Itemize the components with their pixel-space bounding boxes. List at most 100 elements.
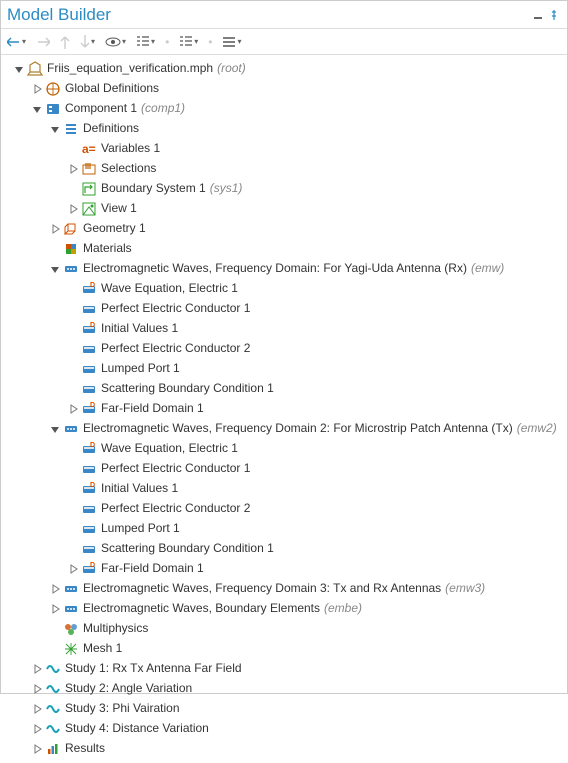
collapse-icon[interactable] — [49, 263, 61, 275]
tree-node[interactable]: Electromagnetic Waves, Frequency Domain … — [5, 579, 567, 599]
expand-button[interactable]: ▾ — [179, 36, 198, 48]
expand-icon[interactable] — [31, 83, 43, 95]
study-icon — [45, 661, 61, 677]
study-icon — [45, 701, 61, 717]
tree-node-annotation: (root) — [217, 59, 246, 79]
list-button[interactable]: ▾ — [222, 36, 241, 48]
expand-icon[interactable] — [67, 203, 79, 215]
tree-node-label: Initial Values 1 — [101, 479, 178, 499]
tree-node-label: Boundary System 1 — [101, 179, 206, 199]
feat-d-icon — [81, 281, 97, 297]
tree-node[interactable]: Perfect Electric Conductor 1 — [5, 299, 567, 319]
collapse-icon[interactable] — [31, 103, 43, 115]
collapse-icon[interactable] — [49, 123, 61, 135]
tree-node[interactable]: Study 2: Angle Variation — [5, 679, 567, 699]
tree-node[interactable]: Wave Equation, Electric 1 — [5, 279, 567, 299]
expand-icon[interactable] — [31, 723, 43, 735]
down-button[interactable]: ▾ — [80, 35, 95, 49]
minimize-icon[interactable] — [531, 8, 545, 22]
expand-icon[interactable] — [49, 603, 61, 615]
tree-node[interactable]: Lumped Port 1 — [5, 519, 567, 539]
tree-node[interactable]: Electromagnetic Waves, Frequency Domain … — [5, 419, 567, 439]
model-tree[interactable]: Friis_equation_verification.mph(root)Glo… — [1, 55, 567, 763]
tree-node-label: Lumped Port 1 — [101, 519, 180, 539]
tree-node[interactable]: Far-Field Domain 1 — [5, 399, 567, 419]
tree-node[interactable]: Perfect Electric Conductor 2 — [5, 339, 567, 359]
collapse-icon[interactable] — [13, 63, 25, 75]
tree-node[interactable]: Scattering Boundary Condition 1 — [5, 539, 567, 559]
back-button[interactable]: ▾ — [7, 37, 26, 47]
toolbar: ▾ ▾ ▾ ▾ • ▾ • ▾ — [1, 29, 567, 55]
tree-node[interactable]: Study 4: Distance Variation — [5, 719, 567, 739]
tree-node-label: Global Definitions — [65, 79, 159, 99]
tree-node-label: Definitions — [83, 119, 139, 139]
feat-d-icon — [81, 321, 97, 337]
chevron-down-icon: ▾ — [237, 37, 241, 46]
tree-node[interactable]: Geometry 1 — [5, 219, 567, 239]
expand-icon[interactable] — [67, 563, 79, 575]
tree-node-label: Study 1: Rx Tx Antenna Far Field — [65, 659, 242, 679]
sel-icon — [81, 161, 97, 177]
study-icon — [45, 681, 61, 697]
expand-icon[interactable] — [31, 683, 43, 695]
tree-node[interactable]: Perfect Electric Conductor 2 — [5, 499, 567, 519]
emw-icon — [63, 601, 79, 617]
up-button[interactable] — [60, 35, 70, 49]
tree-node[interactable]: Lumped Port 1 — [5, 359, 567, 379]
tree-node[interactable]: Materials — [5, 239, 567, 259]
expand-icon[interactable] — [49, 583, 61, 595]
tree-node[interactable]: Scattering Boundary Condition 1 — [5, 379, 567, 399]
feat-icon — [81, 361, 97, 377]
tree-node[interactable]: Study 1: Rx Tx Antenna Far Field — [5, 659, 567, 679]
tree-node-label: Perfect Electric Conductor 1 — [101, 299, 250, 319]
expand-icon[interactable] — [67, 403, 79, 415]
tree-node[interactable]: View 1 — [5, 199, 567, 219]
tree-node[interactable]: Study 3: Phi Vairation — [5, 699, 567, 719]
tree-node[interactable]: Definitions — [5, 119, 567, 139]
feat-icon — [81, 301, 97, 317]
tree-node[interactable]: Electromagnetic Waves, Boundary Elements… — [5, 599, 567, 619]
tree-node[interactable]: Multiphysics — [5, 619, 567, 639]
pin-icon[interactable] — [547, 8, 561, 22]
emw-icon — [63, 421, 79, 437]
var-icon — [81, 141, 97, 157]
tree-node[interactable]: Perfect Electric Conductor 1 — [5, 459, 567, 479]
expand-icon[interactable] — [31, 663, 43, 675]
tree-node[interactable]: Global Definitions — [5, 79, 567, 99]
separator: • — [165, 35, 169, 49]
tree-node[interactable]: Initial Values 1 — [5, 319, 567, 339]
collapse-button[interactable]: ▾ — [136, 36, 155, 48]
tree-node-label: Study 2: Angle Variation — [65, 679, 192, 699]
tree-node[interactable]: Component 1(comp1) — [5, 99, 567, 119]
expand-icon[interactable] — [31, 743, 43, 755]
tree-node-label: Electromagnetic Waves, Boundary Elements — [83, 599, 320, 619]
expand-icon[interactable] — [67, 163, 79, 175]
forward-button[interactable] — [36, 37, 50, 47]
tree-node[interactable]: Initial Values 1 — [5, 479, 567, 499]
panel-header: Model Builder — [1, 1, 567, 29]
view-icon — [81, 201, 97, 217]
show-button[interactable]: ▾ — [105, 37, 126, 47]
tree-node[interactable]: Far-Field Domain 1 — [5, 559, 567, 579]
tree-node[interactable]: Selections — [5, 159, 567, 179]
tree-node-label: Electromagnetic Waves, Frequency Domain … — [83, 579, 441, 599]
expand-icon[interactable] — [49, 223, 61, 235]
tree-node-label: Friis_equation_verification.mph — [47, 59, 213, 79]
tree-node-label: View 1 — [101, 199, 137, 219]
feat-d-icon — [81, 481, 97, 497]
tree-node-annotation: (embe) — [324, 599, 362, 619]
tree-node[interactable]: Friis_equation_verification.mph(root) — [5, 59, 567, 79]
chevron-down-icon: ▾ — [22, 37, 26, 46]
tree-node[interactable]: Boundary System 1(sys1) — [5, 179, 567, 199]
tree-node[interactable]: Results — [5, 739, 567, 759]
tree-node[interactable]: Mesh 1 — [5, 639, 567, 659]
component-icon — [45, 101, 61, 117]
tree-node-annotation: (emw3) — [445, 579, 485, 599]
tree-node[interactable]: Electromagnetic Waves, Frequency Domain:… — [5, 259, 567, 279]
expand-icon[interactable] — [31, 703, 43, 715]
tree-node-label: Perfect Electric Conductor 2 — [101, 339, 250, 359]
collapse-icon[interactable] — [49, 423, 61, 435]
tree-node[interactable]: Wave Equation, Electric 1 — [5, 439, 567, 459]
tree-node[interactable]: Variables 1 — [5, 139, 567, 159]
feat-icon — [81, 541, 97, 557]
